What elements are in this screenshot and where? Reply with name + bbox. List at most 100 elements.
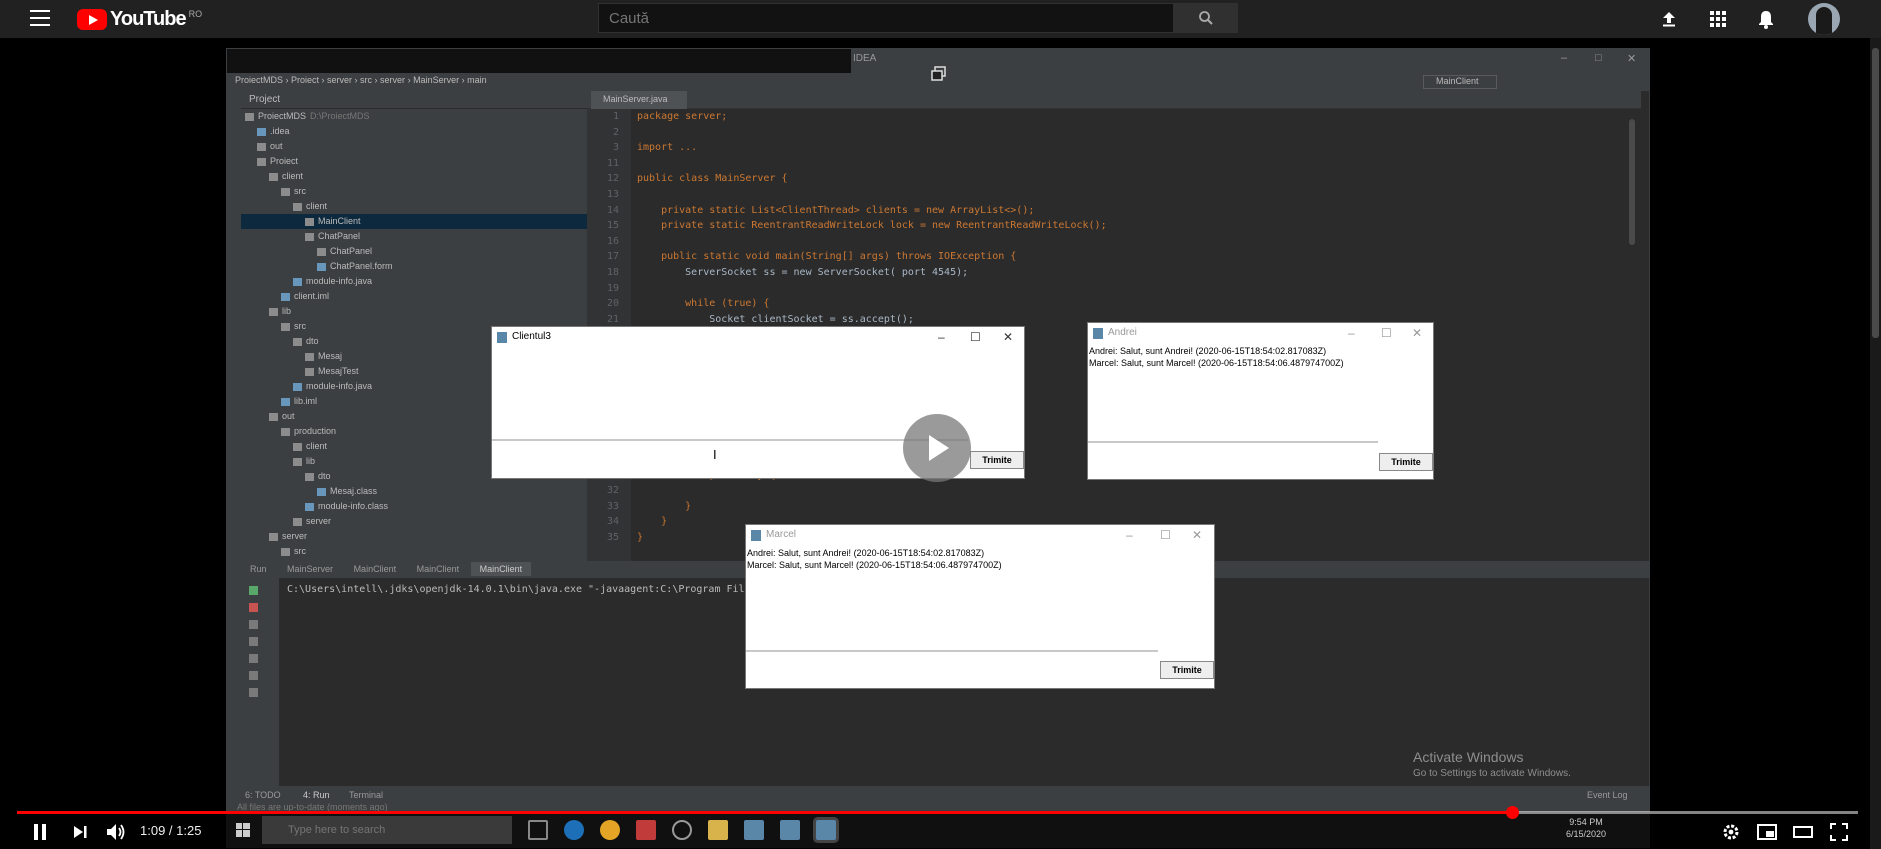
project-tree-item[interactable]: server [241,529,587,544]
file-explorer-icon[interactable] [708,820,728,840]
maximize-icon[interactable]: ☐ [1381,326,1392,340]
crumb[interactable]: ProiectMDS [235,75,283,85]
line-number: 1 [612,111,619,122]
rerun-icon[interactable] [249,586,258,595]
next-button[interactable] [66,818,94,846]
project-tree-item[interactable]: Proiect [241,154,587,169]
run-tab[interactable]: MainServer [278,562,342,576]
message-input[interactable]: I [492,439,968,478]
task-view-icon[interactable] [528,820,548,840]
scrubber-handle[interactable] [1505,806,1519,819]
java-app-icon[interactable] [816,820,836,840]
project-tree-item[interactable]: lib [241,304,587,319]
crumb[interactable]: main [467,75,487,85]
settings-button[interactable] [1717,818,1745,846]
project-tree-item[interactable]: src [241,184,587,199]
crumb[interactable]: MainServer [413,75,459,85]
app-icon[interactable] [672,820,692,840]
progress-bar[interactable] [17,806,1858,819]
project-tree-item[interactable]: .idea [241,124,587,139]
chrome-icon[interactable] [600,820,620,840]
close-icon[interactable]: ✕ [1192,528,1202,542]
upload-icon[interactable] [1658,8,1680,30]
youtube-logo[interactable]: YouTube RO [77,8,202,30]
crumb[interactable]: Proiect [291,75,319,85]
send-button[interactable]: Trimite [1160,661,1214,679]
layout-icon[interactable] [249,671,258,680]
taskbar-search-input[interactable] [262,816,512,844]
send-button[interactable]: Trimite [1379,453,1433,471]
windows-start-icon[interactable] [236,823,250,837]
restore-icon[interactable] [249,637,258,646]
tree-folder-icon [269,307,278,316]
project-tree-item[interactable]: ChatPanel [241,229,587,244]
tree-item-label: ChatPanel [318,231,361,241]
java-app-icon[interactable] [780,820,800,840]
maximize-icon[interactable]: □ [1595,52,1602,64]
page-scrollbar[interactable] [1870,38,1881,849]
close-icon[interactable]: ✕ [1627,52,1636,65]
send-button[interactable]: Trimite [970,451,1024,469]
project-tree-item[interactable]: ChatPanel [241,244,587,259]
run-tab[interactable]: MainClient [345,562,406,576]
line-number: 20 [606,298,619,310]
fullscreen-button[interactable] [1825,818,1853,846]
search-button[interactable] [1174,3,1238,33]
pin-icon[interactable] [249,688,258,697]
terminal-tab[interactable]: Terminal [349,790,383,800]
maximize-icon[interactable]: ☐ [970,330,981,344]
run-tab[interactable]: MainClient [408,562,469,576]
project-tree-item[interactable]: client [241,199,587,214]
editor-tab[interactable]: MainServer.java [591,91,687,109]
minimize-icon[interactable]: – [1561,52,1567,64]
project-tree-item[interactable]: client [241,169,587,184]
project-tree-item[interactable]: client.iml [241,289,587,304]
java-app-icon[interactable] [744,820,764,840]
minimize-icon[interactable]: – [1126,528,1133,542]
close-icon[interactable]: ✕ [1412,326,1422,340]
message-input[interactable] [746,650,1158,688]
minimize-icon[interactable]: – [1348,326,1355,340]
event-log-tab[interactable]: Event Log [1587,790,1628,800]
project-tree-item[interactable]: ProiectMDS D:\ProiectMDS [241,109,587,124]
message-input[interactable] [1088,441,1378,479]
minimize-icon[interactable]: – [938,330,945,344]
todo-tab[interactable]: 6: TODO [245,790,281,800]
project-tree-item[interactable]: Mesaj.class [241,484,587,499]
camera-icon[interactable] [249,620,258,629]
theater-mode-button[interactable] [1789,818,1817,846]
project-tree-item[interactable]: MainClient [241,214,587,229]
tree-item-label: MesajTest [318,366,359,376]
apps-icon[interactable] [1707,8,1729,30]
project-tree-item[interactable]: src [241,544,587,559]
exit-icon[interactable] [249,654,258,663]
project-tree-item[interactable]: module-info.class [241,499,587,514]
edge-icon[interactable] [564,820,584,840]
pause-button[interactable] [26,818,54,846]
run-config-select[interactable]: MainClient [1423,75,1497,89]
avatar[interactable] [1808,3,1840,35]
project-tree-item[interactable]: ChatPanel.form [241,259,587,274]
restore-window-icon[interactable] [931,66,947,82]
project-tree-item[interactable]: out [241,139,587,154]
notifications-icon[interactable] [1755,8,1777,30]
run-tool-tab[interactable]: 4: Run [303,790,330,800]
tree-folder-icon [281,397,290,406]
intellij-icon[interactable] [636,820,656,840]
editor-scrollbar[interactable] [1625,109,1639,561]
menu-icon[interactable] [30,10,50,28]
mute-button[interactable] [102,818,130,846]
stop-icon[interactable] [249,603,258,612]
big-play-button[interactable] [903,414,971,482]
project-tree-item[interactable]: server [241,514,587,529]
run-tab-active[interactable]: MainClient [470,562,532,576]
crumb[interactable]: server [380,75,405,85]
search-input[interactable] [598,3,1174,33]
taskbar-clock[interactable]: 9:54 PM 6/15/2020 [1566,816,1606,840]
miniplayer-button[interactable] [1753,818,1781,846]
crumb[interactable]: server [327,75,352,85]
maximize-icon[interactable]: ☐ [1160,528,1171,542]
close-icon[interactable]: ✕ [1003,330,1013,344]
crumb[interactable]: src [360,75,372,85]
project-tree-item[interactable]: module-info.java [241,274,587,289]
